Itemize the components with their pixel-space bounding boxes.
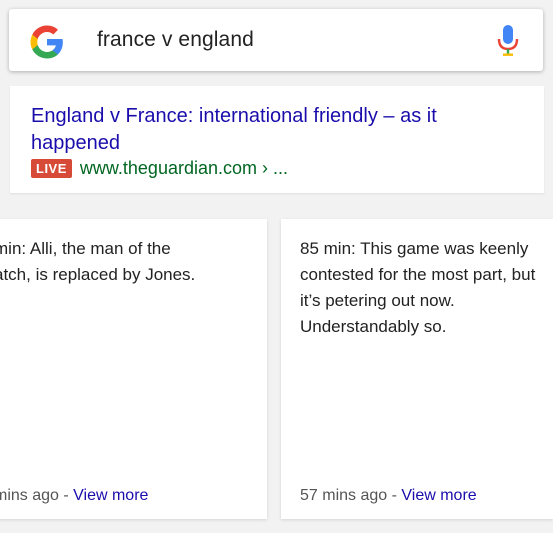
live-update-time: mins ago [0,487,59,504]
live-update-time: 57 mins ago [300,487,388,504]
microphone-icon[interactable] [497,25,519,57]
live-update-text-line: min: Alli, the man of the [0,239,171,258]
google-logo-icon[interactable] [29,24,65,60]
view-more-link[interactable]: View more [401,487,476,504]
live-update-footer: mins ago - View more [0,487,148,505]
live-update-text: 85 min: This game was keenly contested f… [300,239,536,336]
live-update-text-line: atch, is replaced by Jones. [0,265,196,284]
live-update-footer: 57 mins ago - View more [300,487,477,505]
live-update-card[interactable]: 85 min: This game was keenly contested f… [281,219,553,519]
result-url-row: LIVE www.theguardian.com › ... [31,158,288,179]
live-update-card[interactable]: min: Alli, the man of the atch, is repla… [0,219,267,519]
live-updates-carousel[interactable]: min: Alli, the man of the atch, is repla… [0,207,553,533]
live-update-text: min: Alli, the man of the atch, is repla… [0,236,244,288]
view-more-link[interactable]: View more [73,487,148,504]
result-url[interactable]: www.theguardian.com › ... [80,158,288,179]
footer-separator: - [58,487,74,504]
search-bar[interactable]: france v england [9,9,543,71]
search-result-card: England v France: international friendly… [10,86,544,193]
live-badge: LIVE [31,159,72,178]
result-title-link[interactable]: England v France: international friendly… [31,103,501,157]
footer-separator: - [387,487,402,504]
search-query-text[interactable]: france v england [97,28,254,52]
